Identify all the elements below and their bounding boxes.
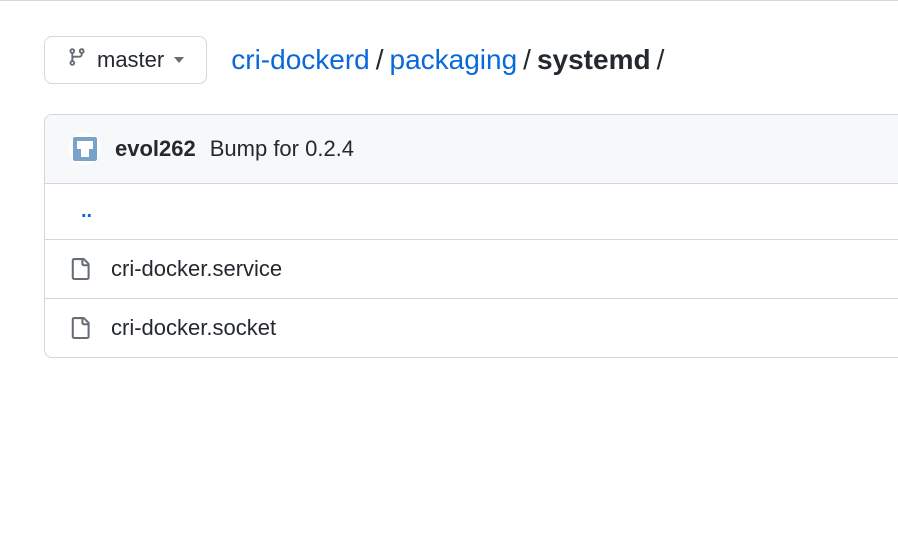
branch-name: master (97, 47, 164, 73)
file-list: evol262 Bump for 0.2.4 .. cri-docker.ser… (44, 114, 898, 358)
header-row: master cri-dockerd / packaging / systemd… (44, 36, 898, 84)
breadcrumb-separator: / (523, 44, 531, 76)
parent-directory-link[interactable]: .. (69, 200, 92, 223)
chevron-down-icon (174, 57, 184, 63)
breadcrumb-link-folder[interactable]: packaging (390, 44, 518, 76)
git-branch-icon (67, 47, 87, 73)
main-container: master cri-dockerd / packaging / systemd… (0, 6, 898, 358)
parent-directory-row[interactable]: .. (45, 184, 898, 240)
breadcrumb-current: systemd (537, 44, 651, 76)
file-name-link[interactable]: cri-docker.service (111, 256, 282, 282)
breadcrumb-separator: / (376, 44, 384, 76)
file-name-link[interactable]: cri-docker.socket (111, 315, 276, 341)
latest-commit-row: evol262 Bump for 0.2.4 (45, 115, 898, 184)
breadcrumb-link-repo[interactable]: cri-dockerd (231, 44, 369, 76)
branch-select-button[interactable]: master (44, 36, 207, 84)
file-row[interactable]: cri-docker.service (45, 240, 898, 299)
file-icon (69, 317, 91, 339)
commit-author[interactable]: evol262 (115, 136, 196, 162)
file-row[interactable]: cri-docker.socket (45, 299, 898, 357)
avatar[interactable] (69, 133, 101, 165)
commit-message[interactable]: Bump for 0.2.4 (210, 136, 354, 162)
breadcrumb: cri-dockerd / packaging / systemd / (231, 44, 670, 76)
file-icon (69, 258, 91, 280)
breadcrumb-separator: / (657, 44, 665, 76)
